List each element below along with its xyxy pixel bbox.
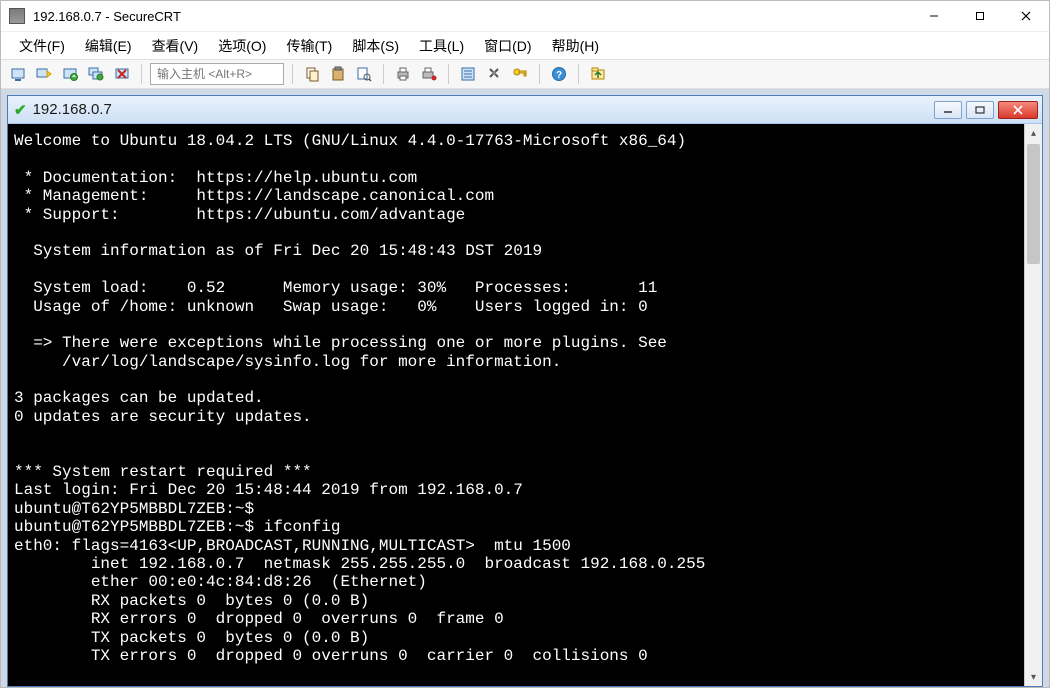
sftp-icon: [590, 66, 606, 82]
menu-help[interactable]: 帮助(H): [544, 33, 607, 59]
toolbar-separator: [383, 64, 384, 84]
session-maximize-button[interactable]: [966, 101, 994, 119]
help-icon: ?: [551, 66, 567, 82]
key-icon: [512, 66, 528, 82]
menu-window[interactable]: 窗口(D): [476, 33, 539, 59]
toolbar-properties-button[interactable]: [457, 63, 479, 85]
session-minimize-button[interactable]: [934, 101, 962, 119]
session-close-button[interactable]: [998, 101, 1038, 119]
toolbar-reconnect-button[interactable]: [59, 63, 81, 85]
properties-icon: [460, 66, 476, 82]
app-icon: [9, 8, 25, 24]
session-titlebar[interactable]: ✔ 192.168.0.7: [8, 96, 1042, 124]
mdi-area: ✔ 192.168.0.7 Welcome to Ubuntu 18.04.2 …: [1, 89, 1049, 687]
menu-options[interactable]: 选项(O): [210, 33, 274, 59]
reconnect-all-icon: [88, 66, 104, 82]
toolbar: ?: [1, 59, 1049, 89]
disconnect-icon: [114, 66, 130, 82]
menu-bar: 文件(F) 编辑(E) 查看(V) 选项(O) 传输(T) 脚本(S) 工具(L…: [1, 31, 1049, 59]
toolbar-print-screen-button[interactable]: [418, 63, 440, 85]
toolbar-quick-connect-button[interactable]: [33, 63, 55, 85]
paste-icon: [330, 66, 346, 82]
terminal-wrap: Welcome to Ubuntu 18.04.2 LTS (GNU/Linux…: [8, 124, 1042, 686]
scroll-down-button[interactable]: ▾: [1025, 668, 1042, 686]
menu-script[interactable]: 脚本(S): [344, 33, 407, 59]
svg-text:?: ?: [556, 70, 562, 81]
copy-icon: [304, 66, 320, 82]
session-title: 192.168.0.7: [33, 101, 112, 118]
toolbar-disconnect-button[interactable]: [111, 63, 133, 85]
window-titlebar: 192.168.0.7 - SecureCRT: [1, 1, 1049, 31]
toolbar-connect-button[interactable]: [7, 63, 29, 85]
connect-icon: [10, 66, 26, 82]
menu-edit[interactable]: 编辑(E): [77, 33, 140, 59]
minimize-icon: [943, 106, 953, 114]
toolbar-separator: [578, 64, 579, 84]
find-icon: [356, 66, 372, 82]
menu-view[interactable]: 查看(V): [144, 33, 207, 59]
toolbar-separator: [448, 64, 449, 84]
window-minimize-button[interactable]: [911, 1, 957, 31]
menu-tools[interactable]: 工具(L): [411, 33, 472, 59]
menu-transfer[interactable]: 传输(T): [278, 33, 340, 59]
close-icon: [1021, 11, 1031, 21]
scroll-up-button[interactable]: ▴: [1025, 124, 1042, 142]
toolbar-reconnect-all-button[interactable]: [85, 63, 107, 85]
toolbar-key-button[interactable]: [509, 63, 531, 85]
window-maximize-button[interactable]: [957, 1, 1003, 31]
maximize-icon: [975, 106, 985, 114]
toolbar-options-button[interactable]: [483, 63, 505, 85]
toolbar-find-button[interactable]: [353, 63, 375, 85]
toolbar-separator: [539, 64, 540, 84]
reconnect-icon: [62, 66, 78, 82]
terminal-output[interactable]: Welcome to Ubuntu 18.04.2 LTS (GNU/Linux…: [8, 124, 1024, 686]
host-input[interactable]: [150, 63, 284, 85]
terminal-scrollbar[interactable]: ▴ ▾: [1024, 124, 1042, 686]
quick-connect-icon: [36, 66, 52, 82]
toolbar-separator: [141, 64, 142, 84]
connected-check-icon: ✔: [14, 101, 27, 119]
minimize-icon: [929, 11, 939, 21]
window-title: 192.168.0.7 - SecureCRT: [33, 9, 181, 24]
print-icon: [395, 66, 411, 82]
toolbar-sftp-button[interactable]: [587, 63, 609, 85]
toolbar-copy-button[interactable]: [301, 63, 323, 85]
toolbar-paste-button[interactable]: [327, 63, 349, 85]
session-window: ✔ 192.168.0.7 Welcome to Ubuntu 18.04.2 …: [7, 95, 1043, 687]
window-close-button[interactable]: [1003, 1, 1049, 31]
toolbar-help-button[interactable]: ?: [548, 63, 570, 85]
toolbar-separator: [292, 64, 293, 84]
maximize-icon: [975, 11, 985, 21]
toolbar-print-button[interactable]: [392, 63, 414, 85]
print-screen-icon: [421, 66, 437, 82]
menu-file[interactable]: 文件(F): [11, 33, 73, 59]
close-icon: [1012, 105, 1024, 115]
options-icon: [486, 66, 502, 82]
scroll-thumb[interactable]: [1027, 144, 1040, 264]
